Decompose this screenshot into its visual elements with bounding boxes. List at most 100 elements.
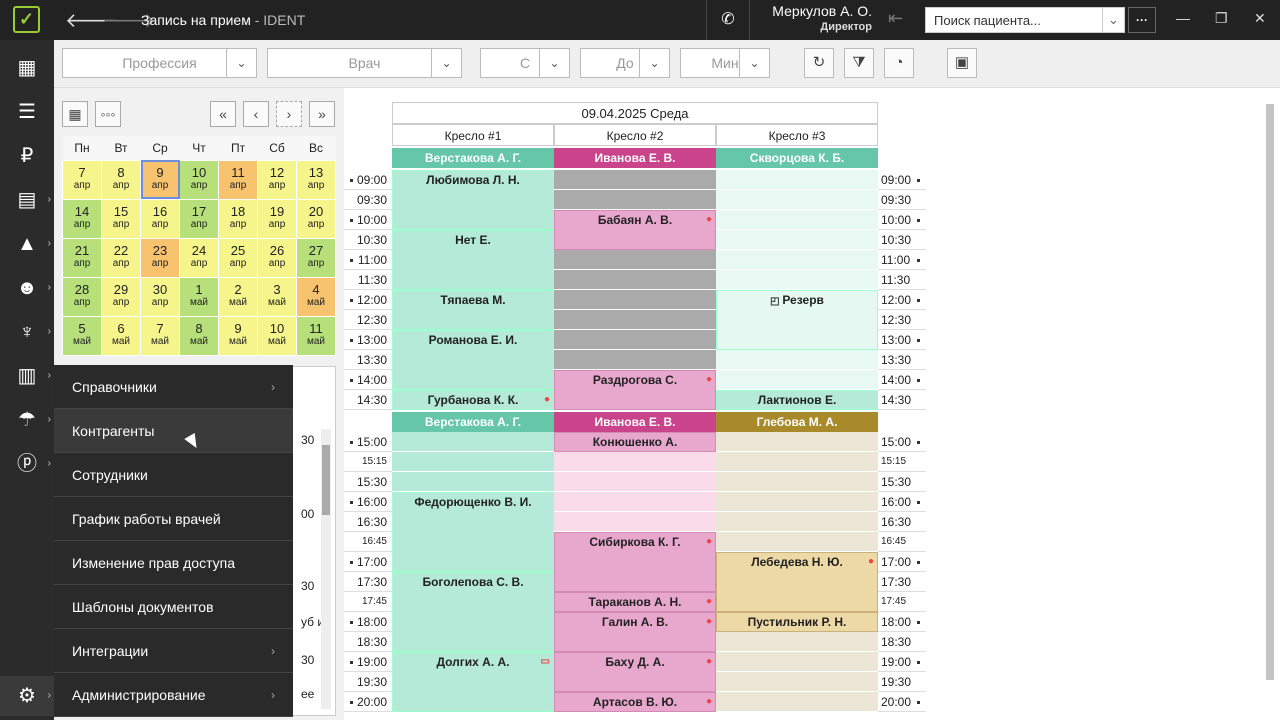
clock-icon[interactable]: ◔ bbox=[884, 48, 914, 78]
calendar-day[interactable]: 4 май bbox=[296, 276, 336, 317]
empty-slot[interactable] bbox=[716, 370, 878, 390]
appointment[interactable]: Любимова Л. Н. bbox=[392, 170, 554, 230]
calendar-day[interactable]: 10 май bbox=[257, 315, 297, 356]
menu-item[interactable]: Изменение прав доступа bbox=[54, 541, 293, 585]
calendar-day[interactable]: 11 май bbox=[296, 315, 336, 356]
appointment[interactable]: Тараканов А. Н. ● bbox=[554, 592, 716, 612]
dots-icon[interactable]: ◦◦◦ bbox=[95, 101, 121, 127]
empty-slot[interactable] bbox=[716, 210, 878, 230]
calendar-day[interactable]: 19 апр bbox=[257, 198, 297, 239]
appointment[interactable]: Сибиркова К. Г. ● bbox=[554, 532, 716, 592]
appointment[interactable]: Артасов В. Ю. ● bbox=[554, 692, 716, 712]
settings-icon[interactable]: ⚙ › bbox=[0, 676, 54, 716]
time-from-select[interactable]: С ⌄ bbox=[480, 48, 570, 78]
calendar-day[interactable]: 15 апр bbox=[101, 198, 141, 239]
empty-slot[interactable] bbox=[716, 250, 878, 270]
empty-slot[interactable] bbox=[716, 432, 878, 452]
phone-icon[interactable]: ✆ bbox=[706, 0, 750, 40]
chevron-down-icon[interactable]: ⌄ bbox=[226, 49, 256, 77]
mini-scrollbar[interactable] bbox=[321, 429, 331, 709]
logout-icon[interactable]: ⇤ bbox=[888, 8, 903, 29]
restore-icon[interactable]: ❐ bbox=[1215, 10, 1228, 27]
calendar-day[interactable]: 30 апр bbox=[140, 276, 180, 317]
calendar-day[interactable]: 21 апр bbox=[62, 237, 102, 278]
empty-slot[interactable] bbox=[392, 432, 554, 452]
last-page-icon[interactable]: » bbox=[309, 101, 335, 127]
empty-slot[interactable] bbox=[716, 672, 878, 692]
calendar-day[interactable]: 3 май bbox=[257, 276, 297, 317]
ruble-icon[interactable]: ₽ bbox=[0, 136, 54, 176]
doctor-name[interactable]: Верстакова А. Г. bbox=[392, 148, 554, 168]
chevron-down-icon[interactable]: ⌄ bbox=[539, 49, 569, 77]
empty-slot[interactable] bbox=[554, 190, 716, 210]
empty-slot[interactable] bbox=[554, 290, 716, 310]
empty-slot[interactable] bbox=[554, 250, 716, 270]
empty-slot[interactable] bbox=[554, 330, 716, 350]
empty-slot[interactable] bbox=[716, 532, 878, 552]
menu-item[interactable]: Контрагенты bbox=[54, 409, 293, 453]
doctor-name[interactable]: Верстакова А. Г. bbox=[392, 412, 554, 432]
calendar-export-icon[interactable]: ▣ bbox=[947, 48, 977, 78]
calendar-day[interactable]: 6 май bbox=[101, 315, 141, 356]
menu-item[interactable]: Шаблоны документов bbox=[54, 585, 293, 629]
appointment[interactable]: Баху Д. А. ● bbox=[554, 652, 716, 692]
appointment[interactable]: ◰ Резерв bbox=[716, 290, 878, 350]
chart-icon[interactable]: ▲ › bbox=[0, 224, 54, 264]
warehouse-icon[interactable]: ▥ › bbox=[0, 356, 54, 396]
umbrella-icon[interactable]: ☂ › bbox=[0, 400, 54, 440]
chevron-down-icon[interactable]: ⌄ bbox=[431, 49, 461, 77]
calendar-day[interactable]: 9 апр bbox=[140, 159, 180, 200]
calendar-day[interactable]: 12 апр bbox=[257, 159, 297, 200]
appointment[interactable]: Лебедева Н. Ю. ● bbox=[716, 552, 878, 612]
appointment[interactable]: Романова Е. И. bbox=[392, 330, 554, 390]
interval-select[interactable]: Мин ⌄ bbox=[680, 48, 770, 78]
appointment[interactable]: Долгих А. А. ▭ bbox=[392, 652, 554, 712]
calendar-day[interactable]: 26 апр bbox=[257, 237, 297, 278]
calendar-day[interactable]: 16 апр bbox=[140, 198, 180, 239]
empty-slot[interactable] bbox=[716, 652, 878, 672]
calendar-day[interactable]: 5 май bbox=[62, 315, 102, 356]
chevron-down-icon[interactable]: ⌄ bbox=[639, 49, 669, 77]
calendar-icon[interactable]: ▦ bbox=[62, 101, 88, 127]
patient-search-input[interactable]: Поиск пациента... ⌄ bbox=[925, 7, 1125, 33]
doctor-select[interactable]: Врач ⌄ bbox=[267, 48, 462, 78]
empty-slot[interactable] bbox=[554, 512, 716, 532]
payment-icon[interactable]: ⓟ › bbox=[0, 444, 54, 484]
empty-slot[interactable] bbox=[716, 492, 878, 512]
time-to-select[interactable]: До ⌄ bbox=[580, 48, 670, 78]
calendar-day[interactable]: 27 апр bbox=[296, 237, 336, 278]
empty-slot[interactable] bbox=[554, 310, 716, 330]
reports-icon[interactable]: ▤ › bbox=[0, 180, 54, 220]
calendar-day[interactable]: 11 апр bbox=[218, 159, 258, 200]
tooth-icon[interactable]: ♆ › bbox=[0, 312, 54, 352]
doctor-name[interactable]: Иванова Е. В. bbox=[554, 148, 716, 168]
calendar-day[interactable]: 22 апр bbox=[101, 237, 141, 278]
chevron-down-icon[interactable]: ⌄ bbox=[739, 49, 769, 77]
empty-slot[interactable] bbox=[554, 270, 716, 290]
calendar-day[interactable]: 25 апр bbox=[218, 237, 258, 278]
doctor-name[interactable]: Глебова М. А. bbox=[716, 412, 878, 432]
profession-select[interactable]: Профессия ⌄ bbox=[62, 48, 257, 78]
appointment[interactable]: Конюшенко А. bbox=[554, 432, 716, 452]
appointment[interactable]: Тяпаева М. bbox=[392, 290, 554, 330]
calendar-day[interactable]: 18 апр bbox=[218, 198, 258, 239]
empty-slot[interactable] bbox=[554, 170, 716, 190]
next-icon[interactable]: › bbox=[276, 101, 302, 127]
calendar-day[interactable]: 10 апр bbox=[179, 159, 219, 200]
appointment[interactable]: Галин А. В. ● bbox=[554, 612, 716, 652]
appointment[interactable]: Раздрогова С. ● bbox=[554, 370, 716, 410]
people-icon[interactable]: ☻ › bbox=[0, 268, 54, 308]
clear-filter-icon[interactable]: ⧩ bbox=[844, 48, 874, 78]
calendar-day[interactable]: 2 май bbox=[218, 276, 258, 317]
empty-slot[interactable] bbox=[716, 190, 878, 210]
empty-slot[interactable] bbox=[554, 492, 716, 512]
calendar-day[interactable]: 28 апр bbox=[62, 276, 102, 317]
appointment[interactable]: Боголепова С. В. bbox=[392, 572, 554, 652]
calendar-day[interactable]: 20 апр bbox=[296, 198, 336, 239]
empty-slot[interactable] bbox=[392, 452, 554, 472]
calendar-day[interactable]: 7 апр bbox=[62, 159, 102, 200]
menu-item[interactable]: Справочники › bbox=[54, 365, 293, 409]
empty-slot[interactable] bbox=[716, 230, 878, 250]
calendar-day[interactable]: 7 май bbox=[140, 315, 180, 356]
schedule-icon[interactable]: ▦ bbox=[0, 48, 54, 88]
